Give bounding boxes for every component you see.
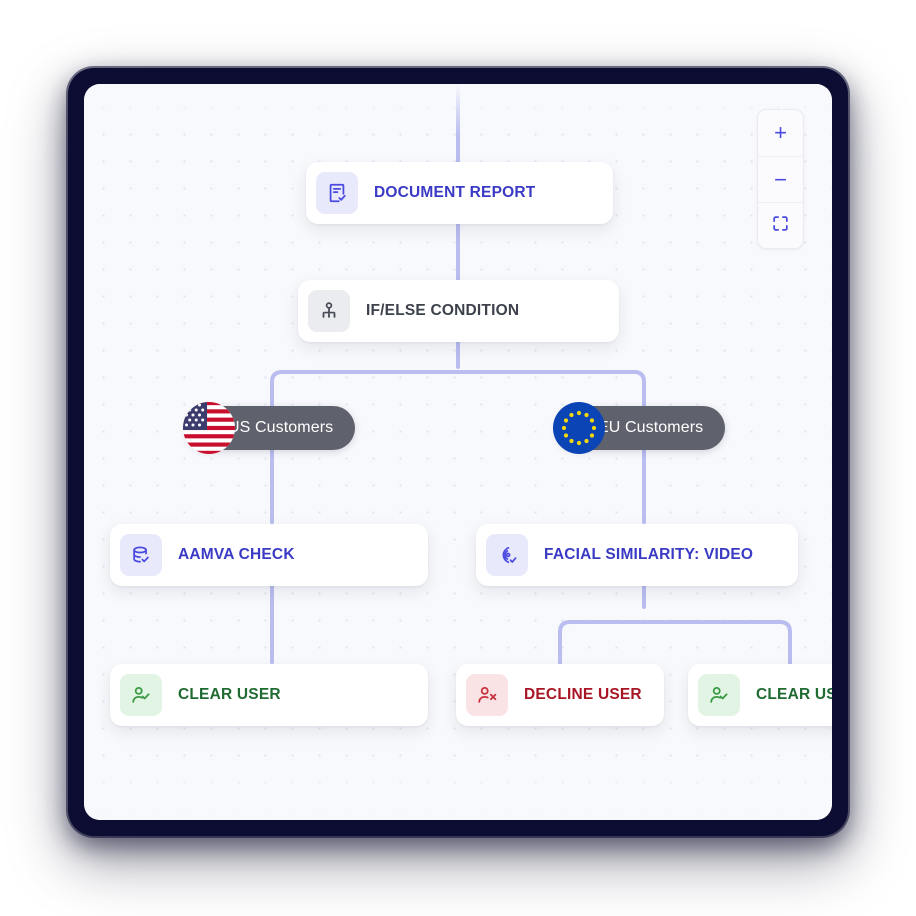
database-check-icon <box>120 534 162 576</box>
eu-flag-icon <box>552 401 606 455</box>
node-label: CLEAR USER <box>178 686 281 703</box>
node-clear-user-right[interactable]: CLEAR USER <box>688 664 832 726</box>
face-scan-icon <box>486 534 528 576</box>
node-facial-similarity-video[interactable]: FACIAL SIMILARITY: VIDEO <box>476 524 798 586</box>
node-aamva-check[interactable]: AAMVA CHECK <box>110 524 428 586</box>
fit-view-button[interactable] <box>758 202 803 248</box>
node-if-else-condition[interactable]: IF/ELSE CONDITION <box>298 280 619 342</box>
node-label: IF/ELSE CONDITION <box>366 302 520 319</box>
node-label: FACIAL SIMILARITY: VIDEO <box>544 546 754 563</box>
screenshot-root: DOCUMENT REPORT IF/ELSE CONDITION US Cus… <box>0 0 916 916</box>
branch-pill-eu-customers[interactable]: EU Customers <box>553 402 726 454</box>
node-clear-user-left[interactable]: CLEAR USER <box>110 664 428 726</box>
branch-pill-label: US Customers <box>228 419 334 436</box>
node-document-report[interactable]: DOCUMENT REPORT <box>306 162 613 224</box>
zoom-in-button[interactable]: + <box>758 110 803 156</box>
fit-view-icon <box>771 214 790 238</box>
user-check-icon <box>698 674 740 716</box>
user-x-icon <box>466 674 508 716</box>
workflow-canvas[interactable]: DOCUMENT REPORT IF/ELSE CONDITION US Cus… <box>84 84 832 820</box>
plus-icon: + <box>774 120 787 145</box>
zoom-controls-panel: + − <box>757 109 804 249</box>
branch-pill-label: EU Customers <box>598 419 704 436</box>
minus-icon: − <box>774 166 787 192</box>
us-flag-icon <box>182 401 236 455</box>
document-check-icon <box>316 172 358 214</box>
edge-second-split-bar <box>558 620 792 666</box>
node-label: CLEAR USER <box>756 686 832 703</box>
branch-pill-us-customers[interactable]: US Customers <box>183 402 356 454</box>
user-check-icon <box>120 674 162 716</box>
node-label: DECLINE USER <box>524 686 642 703</box>
branch-hierarchy-icon <box>308 290 350 332</box>
node-label: DOCUMENT REPORT <box>374 184 536 201</box>
zoom-out-button[interactable]: − <box>758 156 803 202</box>
node-label: AAMVA CHECK <box>178 546 295 563</box>
node-decline-user[interactable]: DECLINE USER <box>456 664 664 726</box>
